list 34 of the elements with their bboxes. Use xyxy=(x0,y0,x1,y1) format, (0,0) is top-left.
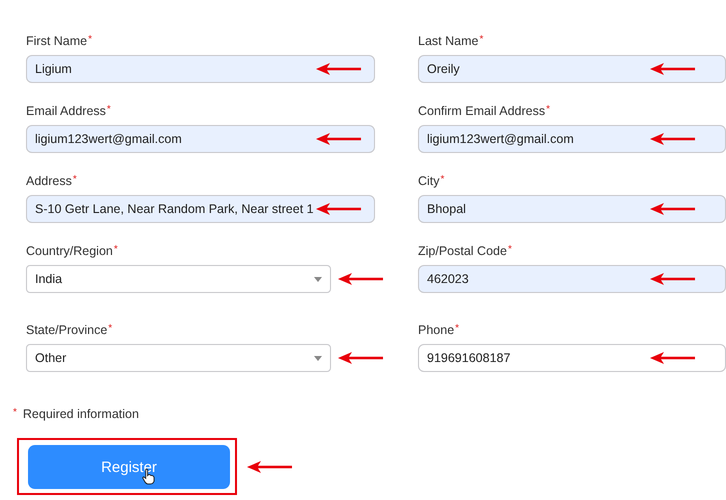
required-mark: * xyxy=(479,34,484,45)
required-mark: * xyxy=(440,174,444,185)
input-field[interactable]: 462023 xyxy=(418,265,726,293)
field-label: Email Address xyxy=(26,104,106,118)
caret-icon xyxy=(314,356,322,360)
field-label: Confirm Email Address xyxy=(418,104,546,118)
required-mark: * xyxy=(13,407,17,418)
input-field[interactable]: 919691608187 xyxy=(418,344,726,372)
required-mark: * xyxy=(88,34,92,45)
field-label: City xyxy=(418,174,440,188)
required-mark: * xyxy=(106,104,111,115)
dropdown[interactable]: Other xyxy=(26,344,331,372)
field-label: First Name xyxy=(26,34,88,48)
field-label: State/Province xyxy=(26,323,108,337)
required-mark: * xyxy=(455,323,460,334)
required-mark: * xyxy=(546,104,550,115)
required-mark: * xyxy=(114,244,118,255)
input-field[interactable]: ligium123wert@gmail.com xyxy=(418,125,726,153)
input-field[interactable]: Oreily xyxy=(418,55,726,83)
field-label: Zip/Postal Code xyxy=(418,244,507,258)
field-label: Phone xyxy=(418,323,454,337)
required-mark: * xyxy=(508,244,512,255)
field-label: Address xyxy=(26,174,72,188)
dropdown[interactable]: India xyxy=(26,265,331,293)
input-field[interactable]: S-10 Getr Lane, Near Random Park, Near street 1 xyxy=(26,195,375,223)
input-field[interactable]: ligium123wert@gmail.com xyxy=(26,125,375,153)
field-label: Country/Region xyxy=(26,244,113,258)
required-mark: * xyxy=(72,174,77,185)
caret-icon xyxy=(314,276,322,282)
field-label: Last Name xyxy=(418,34,478,48)
required-mark: * xyxy=(108,323,112,334)
input-field[interactable]: Ligium xyxy=(26,55,375,83)
required-note: Required information xyxy=(22,407,139,421)
input-field[interactable]: Bhopal xyxy=(418,195,726,223)
